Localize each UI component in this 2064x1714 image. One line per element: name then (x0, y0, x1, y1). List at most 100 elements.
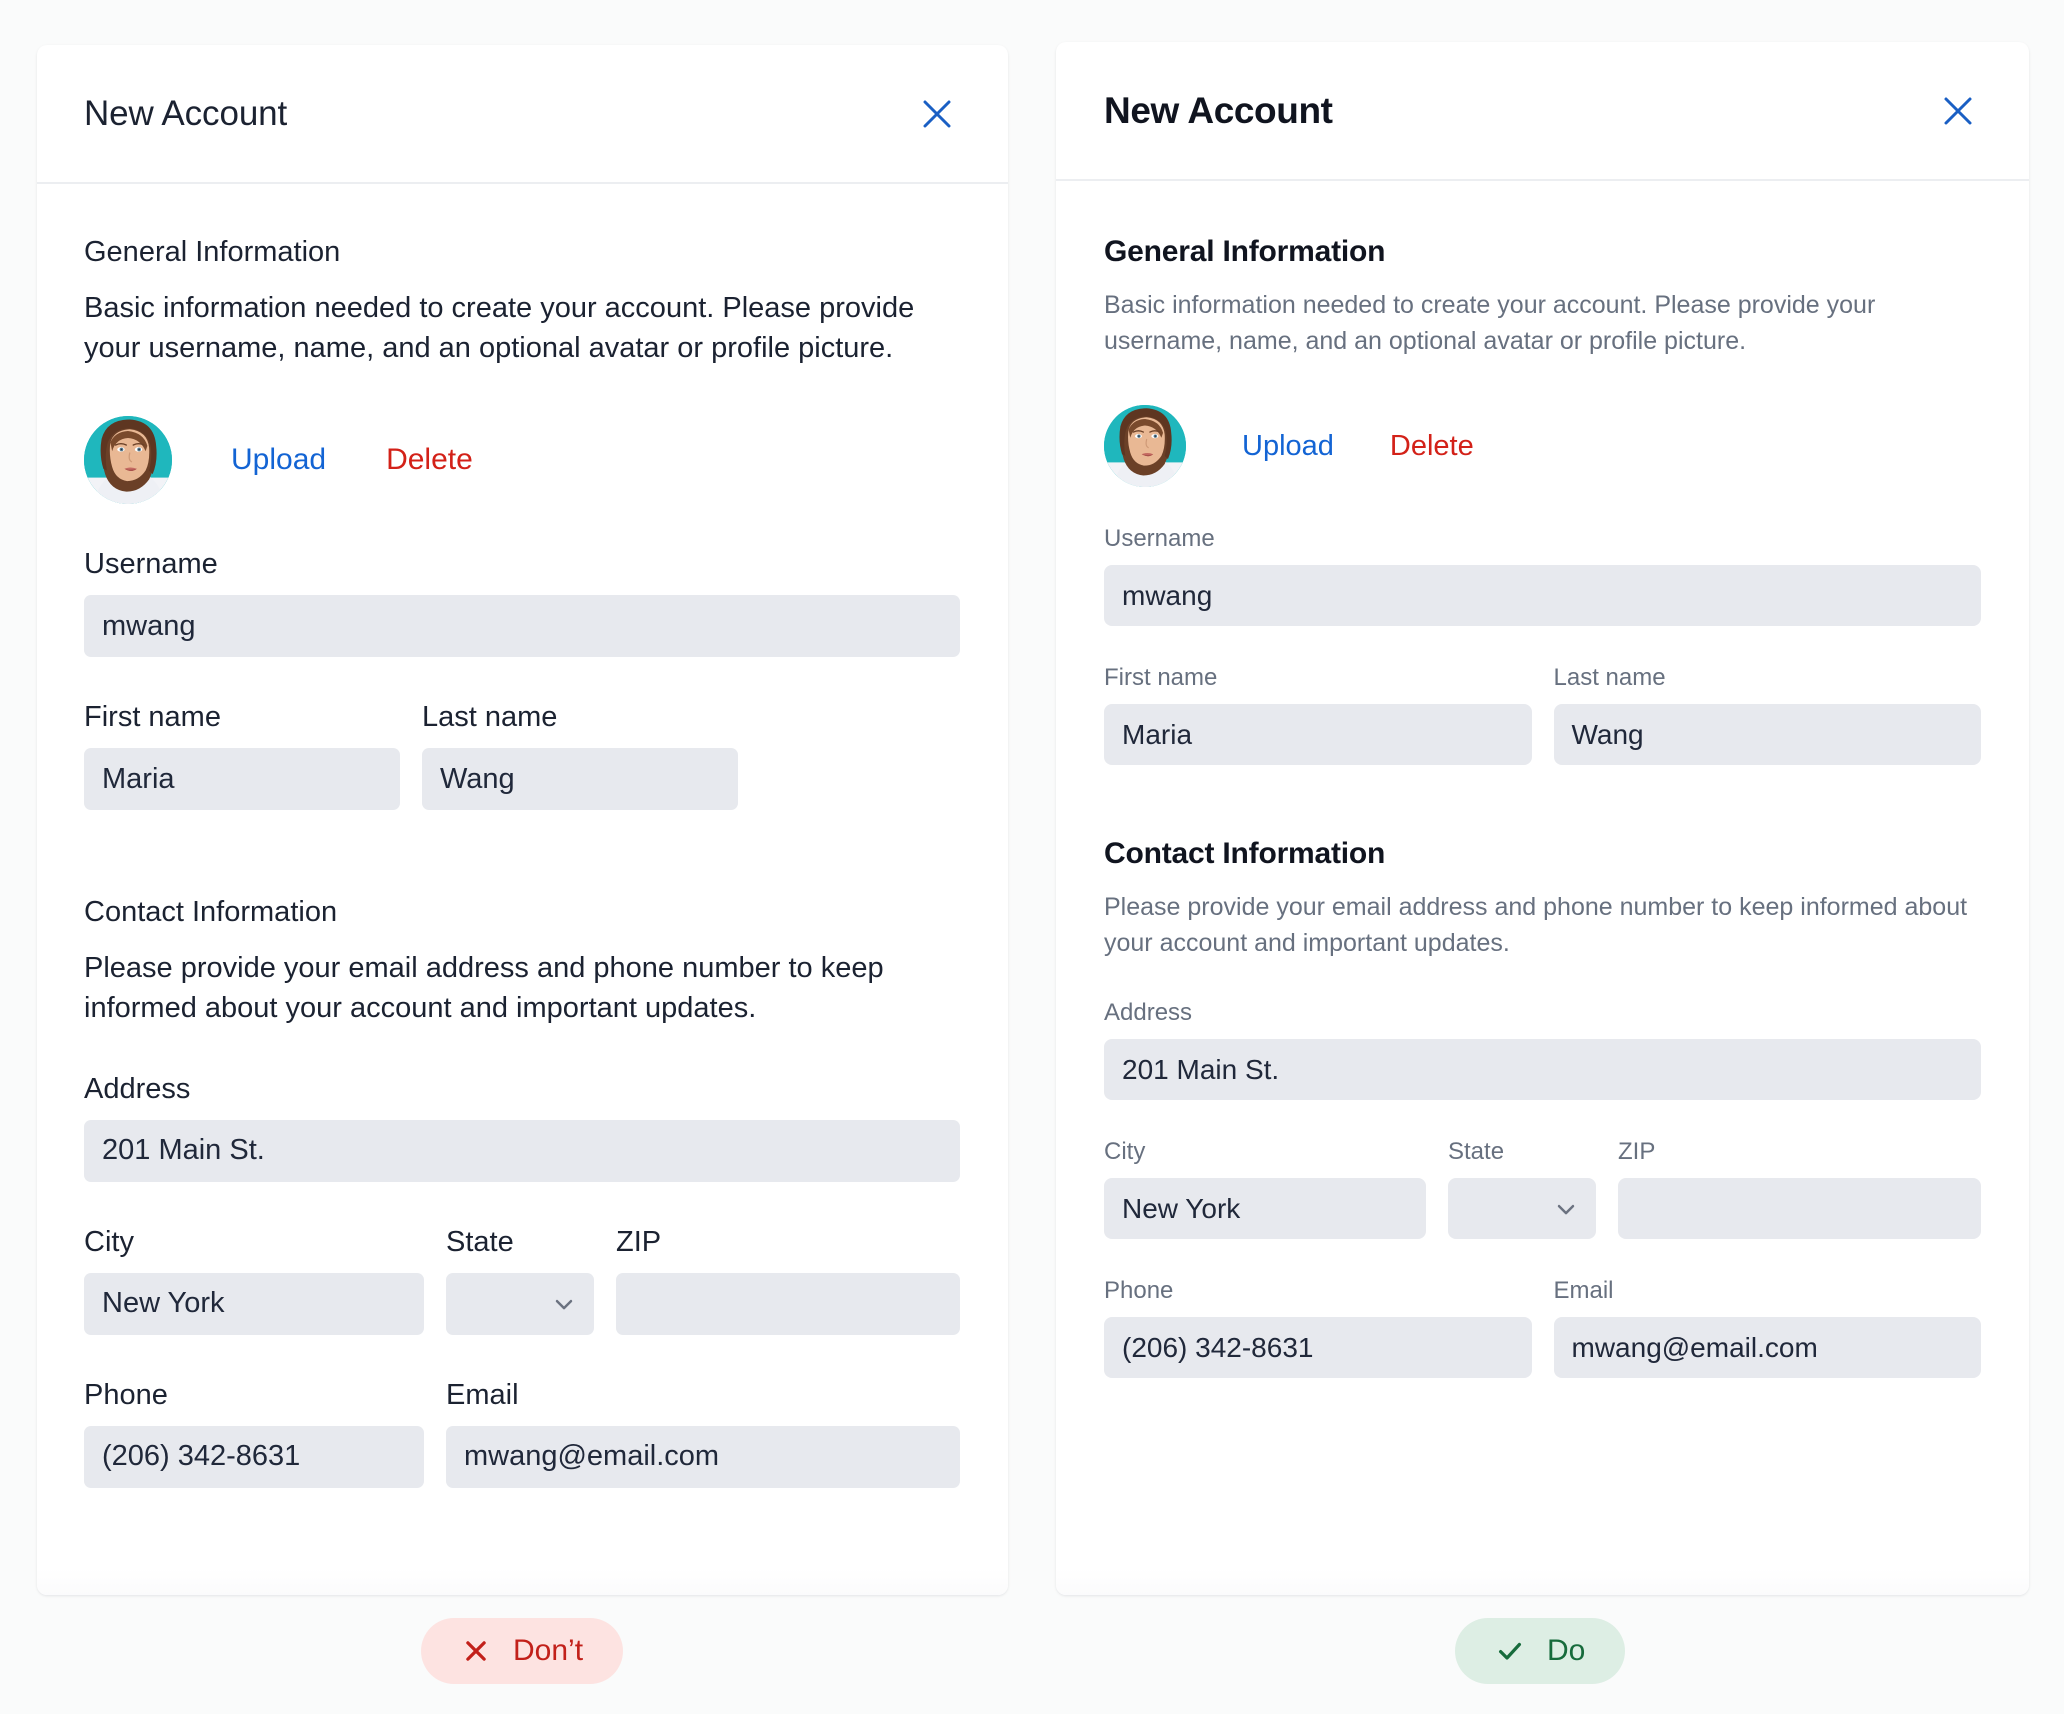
state-select[interactable] (1448, 1178, 1596, 1239)
first-name-field-block: First name Maria (84, 701, 400, 811)
section-title-contact: Contact Information (84, 896, 338, 929)
city-label: City (1104, 1138, 1146, 1165)
section-description-contact: Please provide your email address and ph… (1104, 893, 1968, 957)
dialog-title: New Account (1104, 89, 1333, 131)
phone-input[interactable]: (206) 342-8631 (84, 1425, 424, 1488)
name-row: First name Maria Last name Wang (84, 701, 960, 811)
zip-label: ZIP (616, 1225, 662, 1258)
last-name-field-block: Last name Wang (422, 701, 738, 811)
last-name-input[interactable]: Wang (1553, 704, 1981, 765)
first-name-input[interactable]: Maria (1104, 704, 1532, 765)
content-fade-overlay (37, 1525, 1008, 1595)
first-name-input[interactable]: Maria (84, 748, 400, 811)
username-input[interactable]: mwang (1104, 565, 1981, 626)
username-label: Username (84, 548, 218, 581)
close-x-icon (461, 1636, 491, 1666)
zip-label: ZIP (1618, 1138, 1656, 1165)
address-field-block: Address 201 Main St. (1104, 999, 1981, 1100)
phone-email-row: Phone (206) 342-8631 Email mwang@email.c… (84, 1379, 960, 1488)
delete-avatar-button[interactable]: Delete (1390, 430, 1474, 463)
avatar (84, 416, 172, 505)
last-name-field-block: Last name Wang (1553, 664, 1981, 765)
city-field-block: City New York (1104, 1138, 1426, 1239)
dialog-body: General Information Basic information ne… (1056, 181, 2029, 1378)
username-label: Username (1104, 525, 1215, 552)
address-label: Address (84, 1072, 191, 1105)
avatar-row: Upload Delete (84, 416, 960, 505)
section-title-contact: Contact Information (1104, 837, 1386, 870)
section-description-general: Basic information needed to create your … (84, 292, 915, 364)
close-button[interactable] (914, 91, 960, 137)
last-name-label: Last name (422, 701, 558, 734)
name-row: First name Maria Last name Wang (1104, 664, 1981, 765)
dont-badge-label: Don’t (513, 1634, 584, 1667)
city-state-zip-row: City New York State ZIP (84, 1226, 960, 1335)
comparison-stage: New Account General Information Basic in… (0, 0, 2064, 1714)
do-badge: Do (1455, 1618, 1626, 1684)
phone-label: Phone (84, 1378, 168, 1411)
section-title-general: General Information (1104, 235, 1386, 268)
address-field-block: Address 201 Main St. (84, 1073, 960, 1182)
avatar-image (1104, 405, 1186, 487)
dialog-header: New Account (1056, 42, 2029, 181)
email-input[interactable]: mwang@email.com (446, 1425, 960, 1488)
city-label: City (84, 1225, 134, 1258)
state-label: State (1448, 1138, 1505, 1165)
zip-input[interactable] (616, 1272, 960, 1335)
email-label: Email (1553, 1277, 1614, 1304)
state-label: State (446, 1225, 514, 1258)
upload-avatar-button[interactable]: Upload (1242, 430, 1334, 463)
content-fade-overlay (1056, 1525, 2029, 1595)
first-name-label: First name (84, 701, 221, 734)
upload-avatar-button[interactable]: Upload (231, 443, 326, 477)
do-badge-label: Do (1547, 1634, 1586, 1667)
dialog-header: New Account (37, 45, 1008, 184)
zip-input[interactable] (1618, 1178, 1981, 1239)
zip-field-block: ZIP (616, 1226, 960, 1335)
email-field-block: Email mwang@email.com (1553, 1277, 1981, 1378)
city-state-zip-row: City New York State ZIP (1104, 1138, 1981, 1239)
city-input[interactable]: New York (84, 1272, 424, 1335)
close-button[interactable] (1935, 88, 1981, 134)
address-label: Address (1104, 999, 1193, 1026)
chevron-down-icon (1557, 1204, 1575, 1214)
username-field-block: Username mwang (1104, 525, 1981, 626)
check-icon (1495, 1636, 1525, 1666)
first-name-field-block: First name Maria (1104, 664, 1532, 765)
first-name-label: First name (1104, 664, 1218, 691)
address-input[interactable]: 201 Main St. (1104, 1039, 1981, 1100)
dialog-body: General Information Basic information ne… (37, 184, 1008, 1488)
state-field-block: State (1448, 1138, 1596, 1239)
state-select[interactable] (446, 1272, 594, 1335)
phone-field-block: Phone (206) 342-8631 (84, 1379, 424, 1488)
dont-badge: Don’t (421, 1618, 624, 1684)
section-title-general: General Information (84, 236, 341, 268)
section-description-contact: Please provide your email address and ph… (84, 952, 884, 1025)
phone-email-row: Phone (206) 342-8631 Email mwang@email.c… (1104, 1277, 1981, 1378)
username-input[interactable]: mwang (84, 595, 960, 658)
last-name-input[interactable]: Wang (422, 748, 738, 811)
close-x-icon (923, 100, 951, 127)
section-description-general: Basic information needed to create your … (1104, 291, 1876, 355)
delete-avatar-button[interactable]: Delete (386, 443, 473, 477)
avatar-row: Upload Delete (1104, 405, 1981, 487)
phone-field-block: Phone (206) 342-8631 (1104, 1277, 1532, 1378)
email-field-block: Email mwang@email.com (446, 1379, 960, 1488)
do-example-dialog: New Account General Information Basic in… (1056, 42, 2029, 1595)
dialog-title: New Account (84, 93, 288, 133)
phone-input[interactable]: (206) 342-8631 (1104, 1317, 1532, 1378)
address-input[interactable]: 201 Main St. (84, 1119, 960, 1182)
city-input[interactable]: New York (1104, 1178, 1426, 1239)
chevron-down-icon (555, 1299, 573, 1310)
phone-label: Phone (1104, 1277, 1174, 1304)
state-field-block: State (446, 1226, 594, 1335)
city-field-block: City New York (84, 1226, 424, 1335)
email-label: Email (446, 1378, 519, 1411)
avatar (1104, 405, 1186, 487)
email-input[interactable]: mwang@email.com (1553, 1317, 1981, 1378)
zip-field-block: ZIP (1618, 1138, 1981, 1239)
username-field-block: Username mwang (84, 548, 960, 658)
avatar-image (84, 416, 172, 505)
